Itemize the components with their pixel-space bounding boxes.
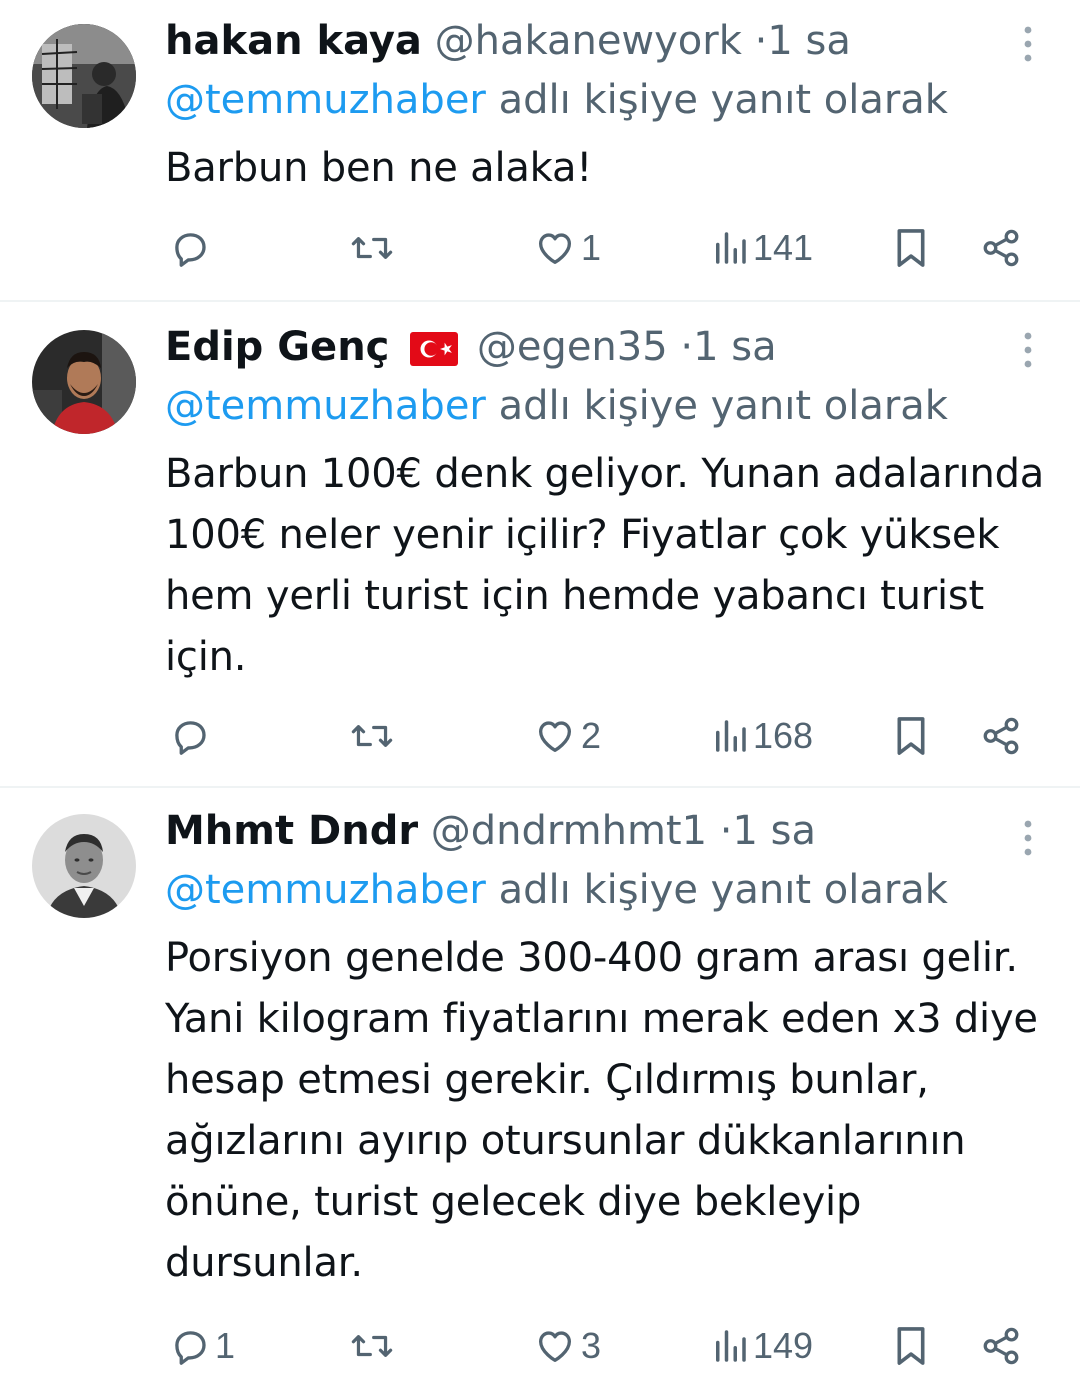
avatar[interactable] [32,330,136,434]
author-handle[interactable]: @hakanewyork [435,18,742,64]
heart-icon [538,1331,572,1363]
separator-dot: · [754,18,768,64]
tweet-text: Barbun 100€ denk geliyor. Yunan adaların… [165,451,1045,680]
like-button[interactable]: 1 [533,218,601,278]
more-vertical-icon [1024,26,1032,62]
tweet-actions: 2 168 [165,706,1035,766]
bookmark-button[interactable] [893,1316,929,1376]
reply-icon [175,1331,206,1365]
author-handle[interactable]: @dndrmhmt1 [431,808,707,854]
share-button[interactable] [980,218,1022,278]
avatar-image [32,814,136,918]
like-button[interactable]: 2 [533,706,601,766]
reply-suffix: adlı kişiye yanıt olarak [498,383,948,429]
tweet-actions: 1 3 149 [165,1316,1035,1376]
author-handle[interactable]: @egen35 [477,324,668,370]
more-button[interactable] [1016,330,1040,370]
views-button[interactable]: 168 [711,706,813,766]
reply-icon [175,721,206,755]
bookmark-icon [897,1327,925,1365]
share-icon [983,717,1019,755]
timestamp[interactable]: 1 sa [767,18,851,64]
share-button[interactable] [980,1316,1022,1376]
share-icon [983,1327,1019,1365]
reply-icon [175,233,206,267]
reply-context: @temmuzhaber adlı kişiye yanıt olarak [165,860,1040,920]
avatar[interactable] [32,24,136,128]
share-icon [983,229,1019,267]
like-button[interactable]: 3 [533,1316,601,1376]
more-vertical-icon [1024,820,1032,856]
retweet-button[interactable] [350,706,398,766]
reply-count: 1 [215,1325,236,1366]
retweet-icon [351,1335,393,1357]
reply-context: @temmuzhaber adlı kişiye yanıt olarak [165,70,1040,130]
bookmark-button[interactable] [893,218,929,278]
share-button[interactable] [980,706,1022,766]
tweet-actions: 1 141 [165,218,1035,278]
retweet-button[interactable] [350,1316,398,1376]
views-icon [716,720,746,752]
bookmark-button[interactable] [893,706,929,766]
reply-button[interactable] [169,706,215,766]
reply-context: @temmuzhaber adlı kişiye yanıt olarak [165,376,1040,436]
heart-icon [538,721,572,753]
tweet-3[interactable]: Mhmt Dndr @dndrmhmt1 ·1 sa @temmuzhaber … [0,788,1080,1374]
author-name[interactable]: Edip Genç [165,324,389,370]
avatar[interactable] [32,814,136,918]
timestamp[interactable]: 1 sa [733,808,817,854]
reply-mention[interactable]: @temmuzhaber [165,77,486,123]
like-count: 2 [581,715,602,756]
reply-mention[interactable]: @temmuzhaber [165,867,486,913]
tweet-header: Mhmt Dndr @dndrmhmt1 ·1 sa [165,802,1040,860]
separator-dot: · [680,324,694,370]
heart-icon [538,233,572,265]
views-button[interactable]: 141 [711,218,813,278]
views-icon [716,1330,746,1362]
tweet-text: Barbun ben ne alaka! [165,145,593,191]
views-count: 149 [753,1325,814,1366]
views-icon [716,232,746,264]
like-count: 3 [581,1325,602,1366]
reply-mention[interactable]: @temmuzhaber [165,383,486,429]
tweet-header: Edip Genç @egen35 ·1 sa [165,318,1040,376]
reply-suffix: adlı kişiye yanıt olarak [498,867,948,913]
timestamp[interactable]: 1 sa [693,324,777,370]
retweet-button[interactable] [350,218,398,278]
reply-button[interactable]: 1 [169,1316,235,1376]
bookmark-icon [897,717,925,755]
author-name[interactable]: hakan kaya [165,18,422,64]
tweet-1[interactable]: hakan kaya @hakanewyork ·1 sa @temmuzhab… [0,0,1080,300]
reply-button[interactable] [169,218,215,278]
bookmark-icon [897,229,925,267]
views-count: 141 [753,227,814,268]
retweet-icon [351,237,393,259]
tweet-2[interactable]: Edip Genç @egen35 ·1 sa @temmuzhaber adl… [0,302,1080,786]
separator-dot: · [719,808,733,854]
more-vertical-icon [1024,332,1032,368]
more-button[interactable] [1016,818,1040,858]
more-button[interactable] [1016,24,1040,64]
author-name[interactable]: Mhmt Dndr [165,808,418,854]
turkey-flag-icon [410,332,459,366]
retweet-icon [351,725,393,747]
like-count: 1 [581,227,602,268]
avatar-image [32,330,136,434]
reply-suffix: adlı kişiye yanıt olarak [498,77,948,123]
tweet-text: Porsiyon genelde 300-400 gram arası geli… [165,935,1038,1286]
avatar-image [32,24,136,128]
tweet-header: hakan kaya @hakanewyork ·1 sa [165,12,1040,70]
views-count: 168 [753,715,814,756]
views-button[interactable]: 149 [711,1316,813,1376]
